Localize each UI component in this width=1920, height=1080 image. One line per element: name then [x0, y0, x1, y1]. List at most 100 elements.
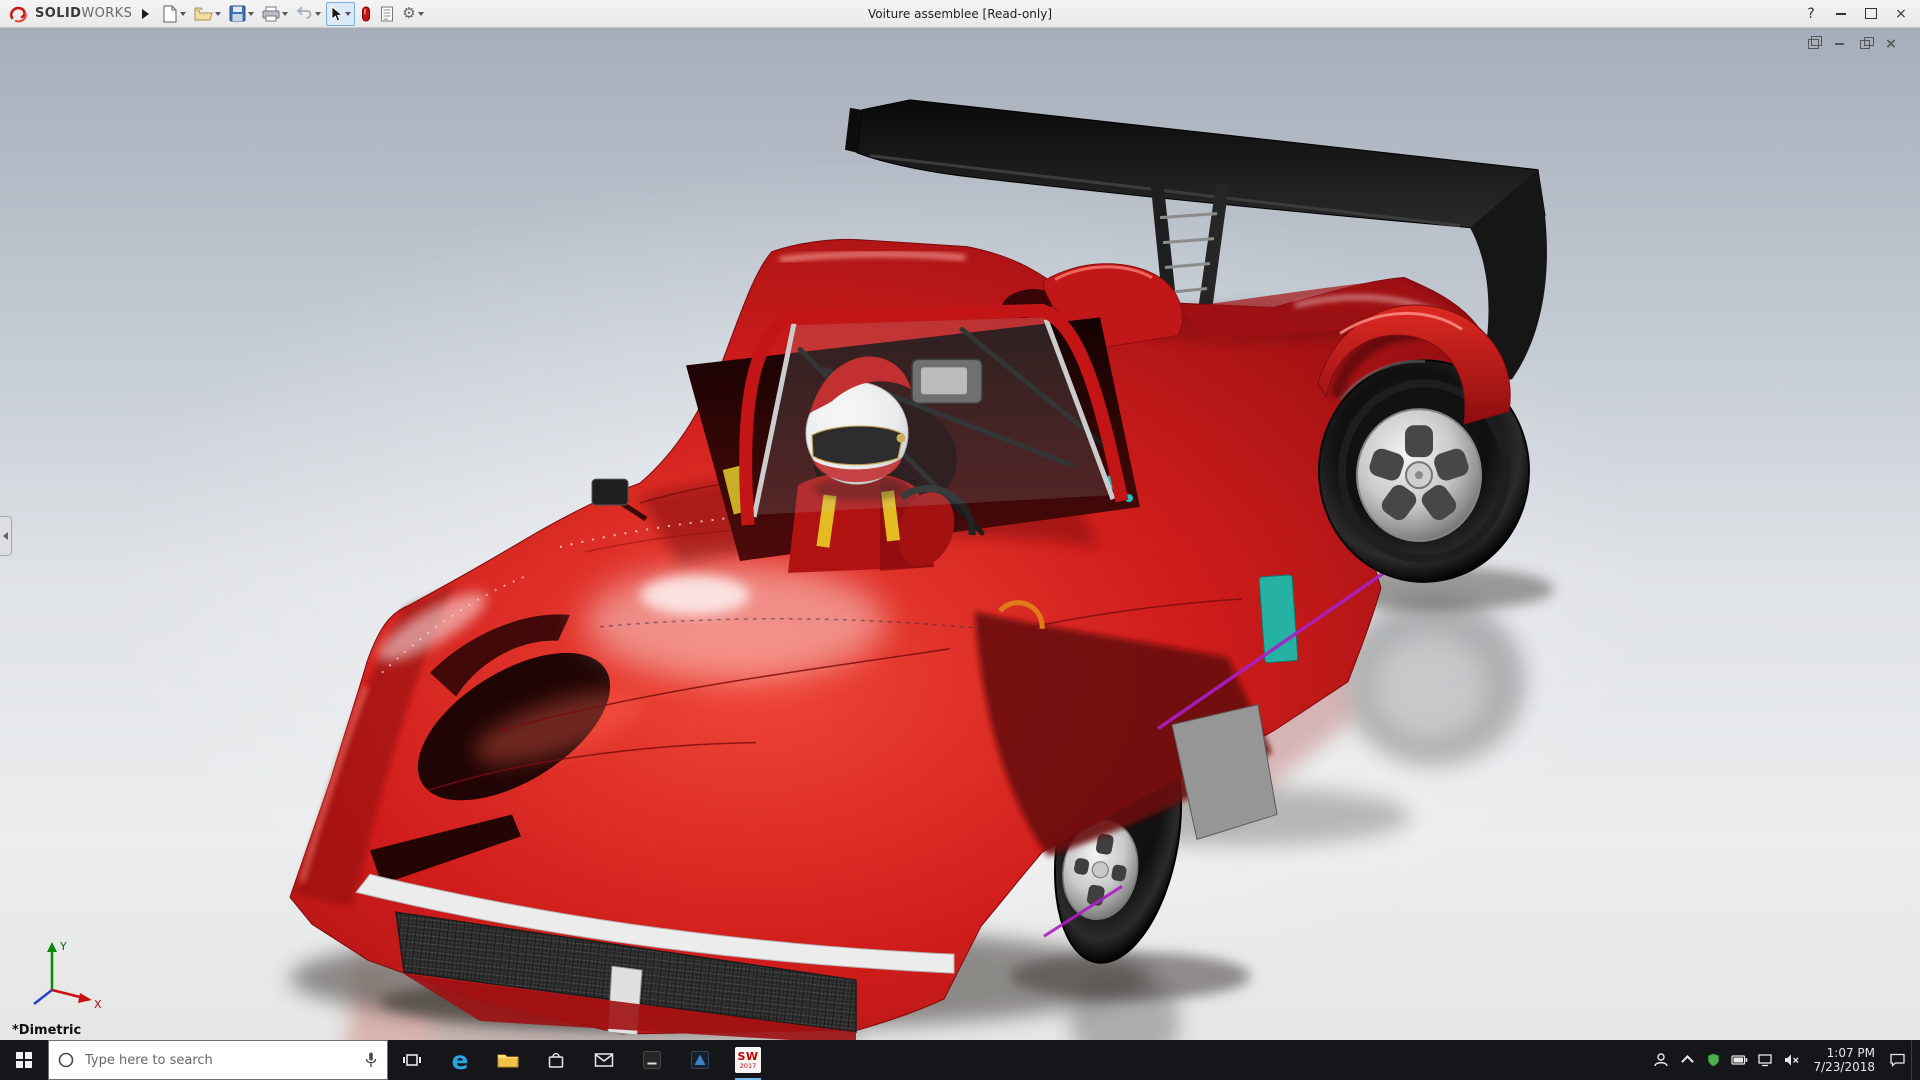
- volume-tray-button[interactable]: [1779, 1040, 1803, 1080]
- maximize-button[interactable]: [1856, 1, 1886, 26]
- ds-logo-icon: [9, 6, 27, 22]
- shield-icon: [1707, 1053, 1719, 1067]
- cascade-windows-button[interactable]: [1804, 36, 1822, 52]
- screen: SOLIDWORKS ⚙ Voiture assemblee [Read-onl…: [0, 0, 1920, 1080]
- taskbar-app-store[interactable]: [532, 1040, 580, 1080]
- main-toolbar: ⚙: [159, 1, 426, 26]
- search-input[interactable]: [83, 1051, 355, 1069]
- maximize-icon: [1865, 8, 1877, 19]
- volume-muted-icon: [1784, 1054, 1799, 1066]
- y-axis-arrow: [47, 942, 57, 952]
- show-desktop-button[interactable]: [1911, 1040, 1920, 1080]
- window-controls: ? ×: [1796, 0, 1916, 27]
- hidden-icons-button[interactable]: [1675, 1040, 1699, 1080]
- taskbar-app-file-explorer[interactable]: [484, 1040, 532, 1080]
- clock-date: 7/23/2018: [1813, 1060, 1875, 1074]
- windows-logo-icon: [16, 1052, 32, 1068]
- cortana-circle-icon: [58, 1052, 74, 1068]
- doc-close-button[interactable]: ×: [1882, 36, 1900, 52]
- document-window-controls: ×: [1804, 36, 1900, 52]
- chevron-up-icon: [1681, 1055, 1694, 1068]
- caret-down-icon: [282, 11, 289, 16]
- battery-tray-button[interactable]: [1727, 1040, 1751, 1080]
- dark-window-icon: [643, 1051, 661, 1069]
- taskbar: e: [0, 1040, 1920, 1080]
- caret-down-icon: [315, 11, 322, 16]
- doc-minimize-icon: [1834, 43, 1844, 45]
- mail-icon: [594, 1053, 614, 1067]
- new-document-button[interactable]: [159, 3, 189, 25]
- menu-expand-arrow[interactable]: [142, 8, 150, 19]
- help-button[interactable]: ?: [1796, 1, 1826, 26]
- security-tray-button[interactable]: [1701, 1040, 1725, 1080]
- caret-down-icon: [215, 11, 222, 16]
- 3d-scene[interactable]: [0, 28, 1920, 1040]
- teal-side-panel: [1258, 574, 1299, 664]
- save-icon: [229, 5, 246, 22]
- clock-time: 1:07 PM: [1826, 1046, 1875, 1060]
- undo-button[interactable]: [293, 3, 324, 25]
- print-button[interactable]: [259, 3, 291, 25]
- battery-icon: [1731, 1055, 1748, 1065]
- select-tool-button[interactable]: [326, 1, 356, 26]
- start-button[interactable]: [0, 1040, 48, 1080]
- minimize-button[interactable]: [1826, 1, 1856, 26]
- options-sheet-icon: [381, 6, 394, 21]
- user-icon: [1654, 1053, 1669, 1067]
- view-orientation-label: *Dimetric: [12, 1023, 82, 1038]
- system-tray: 1:07 PM 7/23/2018: [1649, 1040, 1920, 1080]
- taskbar-app-mail[interactable]: [580, 1040, 628, 1080]
- file-explorer-icon: [497, 1054, 519, 1068]
- undo-icon: [296, 6, 312, 19]
- gear-icon: ⚙: [402, 4, 416, 22]
- appearances-button[interactable]: [357, 3, 375, 25]
- minimize-icon: [1836, 12, 1846, 15]
- taskbar-app-dark-window[interactable]: [628, 1040, 676, 1080]
- taskbar-search[interactable]: [48, 1040, 388, 1080]
- close-button[interactable]: ×: [1886, 1, 1916, 26]
- edge-icon: e: [451, 1045, 469, 1075]
- z-axis-arrow: [33, 989, 53, 1005]
- caret-down-icon: [180, 11, 187, 16]
- blue-shape-icon: [691, 1051, 709, 1069]
- y-axis-label: Y: [59, 940, 67, 953]
- taskbar-app-blue-shape[interactable]: [676, 1040, 724, 1080]
- task-view-button[interactable]: [388, 1040, 436, 1080]
- action-center-button[interactable]: [1885, 1040, 1909, 1080]
- taskbar-app-solidworks[interactable]: SW 2017: [724, 1040, 772, 1080]
- orientation-triad: Y X: [33, 940, 102, 1011]
- store-bag-icon: [548, 1052, 564, 1068]
- open-folder-icon: [194, 7, 213, 20]
- caret-down-icon: [345, 11, 352, 16]
- new-document-icon: [163, 4, 177, 23]
- microphone-icon[interactable]: [363, 1051, 379, 1069]
- feature-panel-collapse-tab[interactable]: [0, 516, 12, 556]
- doc-restore-icon: [1860, 36, 1874, 49]
- network-icon: [1758, 1054, 1773, 1067]
- brand-text: SOLIDWORKS: [35, 6, 133, 21]
- save-button[interactable]: [226, 3, 257, 25]
- solidworks-2017-icon: SW 2017: [735, 1047, 761, 1073]
- left-mirror: [591, 478, 629, 506]
- collapse-arrow-icon: [3, 532, 8, 540]
- doc-restore-button[interactable]: [1856, 36, 1874, 52]
- open-button[interactable]: [191, 3, 224, 25]
- document-options-button[interactable]: [377, 3, 397, 25]
- solidworks-logo: SOLIDWORKS: [0, 5, 138, 23]
- task-view-icon: [403, 1054, 421, 1066]
- settings-button[interactable]: ⚙: [399, 3, 426, 25]
- doc-minimize-button[interactable]: [1830, 36, 1848, 52]
- print-icon: [262, 6, 280, 21]
- taskbar-clock[interactable]: 1:07 PM 7/23/2018: [1805, 1046, 1883, 1074]
- select-arrow-icon: [331, 5, 344, 22]
- x-axis-label: X: [94, 998, 102, 1011]
- action-center-icon: [1889, 1053, 1905, 1067]
- people-button[interactable]: [1649, 1040, 1673, 1080]
- appearance-ball-icon: [362, 6, 371, 21]
- caret-down-icon: [248, 11, 255, 16]
- x-axis-arrow: [78, 993, 92, 1003]
- titlebar: SOLIDWORKS ⚙ Voiture assemblee [Read-onl…: [0, 0, 1920, 28]
- network-tray-button[interactable]: [1753, 1040, 1777, 1080]
- graphics-viewport[interactable]: × Y X *Dimetric: [0, 28, 1920, 1040]
- taskbar-app-edge[interactable]: e: [436, 1040, 484, 1080]
